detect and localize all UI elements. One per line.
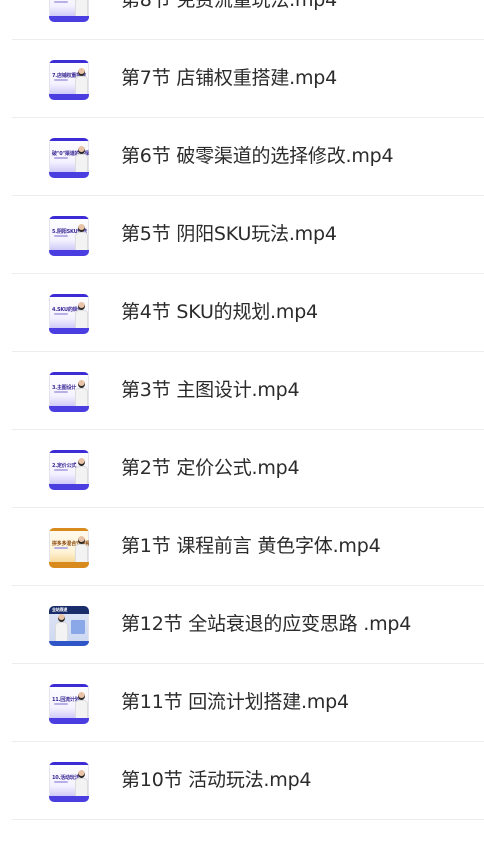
presenter-head bbox=[78, 536, 85, 544]
presenter-head bbox=[78, 302, 85, 310]
thumbnail-top-bar bbox=[49, 138, 89, 141]
thumbnail-caption: 2.定价公式 bbox=[52, 463, 77, 469]
thumbnail-subline bbox=[71, 620, 85, 634]
presenter-figure bbox=[55, 614, 68, 644]
file-list-item[interactable]: 8.免费流量玩法 第8节 免费流量玩法.mp4 bbox=[12, 0, 484, 40]
file-name[interactable]: 第11节 回流计划搭建.mp4 bbox=[121, 664, 349, 741]
file-name[interactable]: 第3节 主图设计.mp4 bbox=[121, 352, 300, 429]
video-thumbnail[interactable]: 4.SKU的规划 bbox=[49, 294, 89, 334]
thumbnail-subline bbox=[54, 157, 68, 159]
file-name[interactable]: 第12节 全站衰退的应变思路 .mp4 bbox=[121, 586, 411, 663]
file-name[interactable]: 第5节 阴阳SKU玩法.mp4 bbox=[121, 196, 337, 273]
presenter-head bbox=[78, 68, 85, 76]
thumbnail-subline bbox=[54, 703, 68, 705]
file-list-item[interactable]: 7.店铺权重搭建 第7节 店铺权重搭建.mp4 bbox=[12, 40, 484, 118]
file-name[interactable]: 第7节 店铺权重搭建.mp4 bbox=[121, 40, 337, 117]
file-name[interactable]: 第1节 课程前言 黄色字体.mp4 bbox=[121, 508, 381, 585]
thumbnail-subline bbox=[54, 781, 68, 783]
file-name[interactable]: 第6节 破零渠道的选择修改.mp4 bbox=[121, 118, 394, 195]
thumbnail-subline bbox=[54, 391, 68, 393]
thumbnail-bottom-bar bbox=[49, 796, 89, 802]
thumbnail-subline bbox=[54, 313, 68, 315]
file-list-item[interactable]: 5.阴阳SKU玩法 第5节 阴阳SKU玩法.mp4 bbox=[12, 196, 484, 274]
thumbnail-top-bar bbox=[49, 60, 89, 63]
thumbnail-caption: 3.主图设计 bbox=[52, 385, 77, 391]
thumbnail-subline bbox=[54, 79, 68, 81]
thumbnail-top-bar bbox=[49, 450, 89, 453]
file-name[interactable]: 第4节 SKU的规划.mp4 bbox=[121, 274, 318, 351]
video-thumbnail[interactable]: 7.店铺权重搭建 bbox=[49, 60, 89, 100]
presenter-head bbox=[78, 770, 85, 778]
file-name[interactable]: 第10节 活动玩法.mp4 bbox=[121, 742, 312, 819]
file-list-item[interactable]: 2.定价公式 第2节 定价公式.mp4 bbox=[12, 430, 484, 508]
presenter-head bbox=[78, 146, 85, 154]
presenter-head bbox=[78, 692, 85, 700]
thumbnail-caption: 全站衰退 bbox=[52, 607, 68, 612]
presenter-head bbox=[78, 224, 85, 232]
file-list-item[interactable]: 10.活动玩法 第10节 活动玩法.mp4 bbox=[12, 742, 484, 820]
file-list-item[interactable]: 破"0"渠道的选择 第6节 破零渠道的选择修改.mp4 bbox=[12, 118, 484, 196]
file-list-item[interactable]: 11.回流计划 第11节 回流计划搭建.mp4 bbox=[12, 664, 484, 742]
thumbnail-bottom-bar bbox=[49, 406, 89, 412]
thumbnail-bottom-bar bbox=[49, 328, 89, 334]
thumbnail-subline bbox=[54, 1, 68, 3]
thumbnail-subline bbox=[54, 469, 68, 471]
thumbnail-top-bar bbox=[49, 762, 89, 765]
video-thumbnail[interactable]: 10.活动玩法 bbox=[49, 762, 89, 802]
video-thumbnail[interactable]: 3.主图设计 bbox=[49, 372, 89, 412]
thumbnail-bottom-bar bbox=[49, 641, 89, 646]
thumbnail-subline bbox=[54, 547, 68, 549]
file-list: 8.免费流量玩法第8节 免费流量玩法.mp47.店铺权重搭建第7节 店铺权重搭建… bbox=[0, 0, 484, 821]
thumbnail-top-bar bbox=[49, 372, 89, 375]
thumbnail-top-bar bbox=[49, 216, 89, 219]
file-name[interactable]: 第8节 免费流量玩法.mp4 bbox=[121, 0, 337, 39]
thumbnail-bottom-bar bbox=[49, 250, 89, 256]
video-thumbnail[interactable]: 破"0"渠道的选择 bbox=[49, 138, 89, 178]
video-thumbnail[interactable]: 5.阴阳SKU玩法 bbox=[49, 216, 89, 256]
file-list-item[interactable]: 拼多多混合式课程 第1节 课程前言 黄色字体.mp4 bbox=[12, 508, 484, 586]
file-list-item[interactable]: 全站衰退 第12节 全站衰退的应变思路 .mp4 bbox=[12, 586, 484, 664]
video-thumbnail[interactable]: 11.回流计划 bbox=[49, 684, 89, 724]
presenter-head bbox=[58, 614, 65, 622]
video-thumbnail[interactable]: 2.定价公式 bbox=[49, 450, 89, 490]
video-thumbnail[interactable]: 拼多多混合式课程 bbox=[49, 528, 89, 568]
thumbnail-bottom-bar bbox=[49, 16, 89, 22]
thumbnail-subline bbox=[54, 235, 68, 237]
thumbnail-bottom-bar bbox=[49, 172, 89, 178]
video-thumbnail[interactable]: 全站衰退 bbox=[49, 606, 89, 646]
thumbnail-bottom-bar bbox=[49, 718, 89, 724]
video-thumbnail[interactable]: 8.免费流量玩法 bbox=[49, 0, 89, 22]
thumbnail-top-bar bbox=[49, 294, 89, 297]
thumbnail-bottom-bar bbox=[49, 484, 89, 490]
thumbnail-bottom-bar bbox=[49, 562, 89, 568]
thumbnail-bottom-bar bbox=[49, 94, 89, 100]
presenter-head bbox=[78, 380, 85, 388]
thumbnail-top-bar bbox=[49, 528, 89, 531]
file-list-item[interactable]: 3.主图设计 第3节 主图设计.mp4 bbox=[12, 352, 484, 430]
file-name[interactable]: 第2节 定价公式.mp4 bbox=[121, 430, 300, 507]
thumbnail-top-bar bbox=[49, 684, 89, 687]
presenter-head bbox=[78, 458, 85, 466]
file-list-item[interactable]: 4.SKU的规划 第4节 SKU的规划.mp4 bbox=[12, 274, 484, 352]
